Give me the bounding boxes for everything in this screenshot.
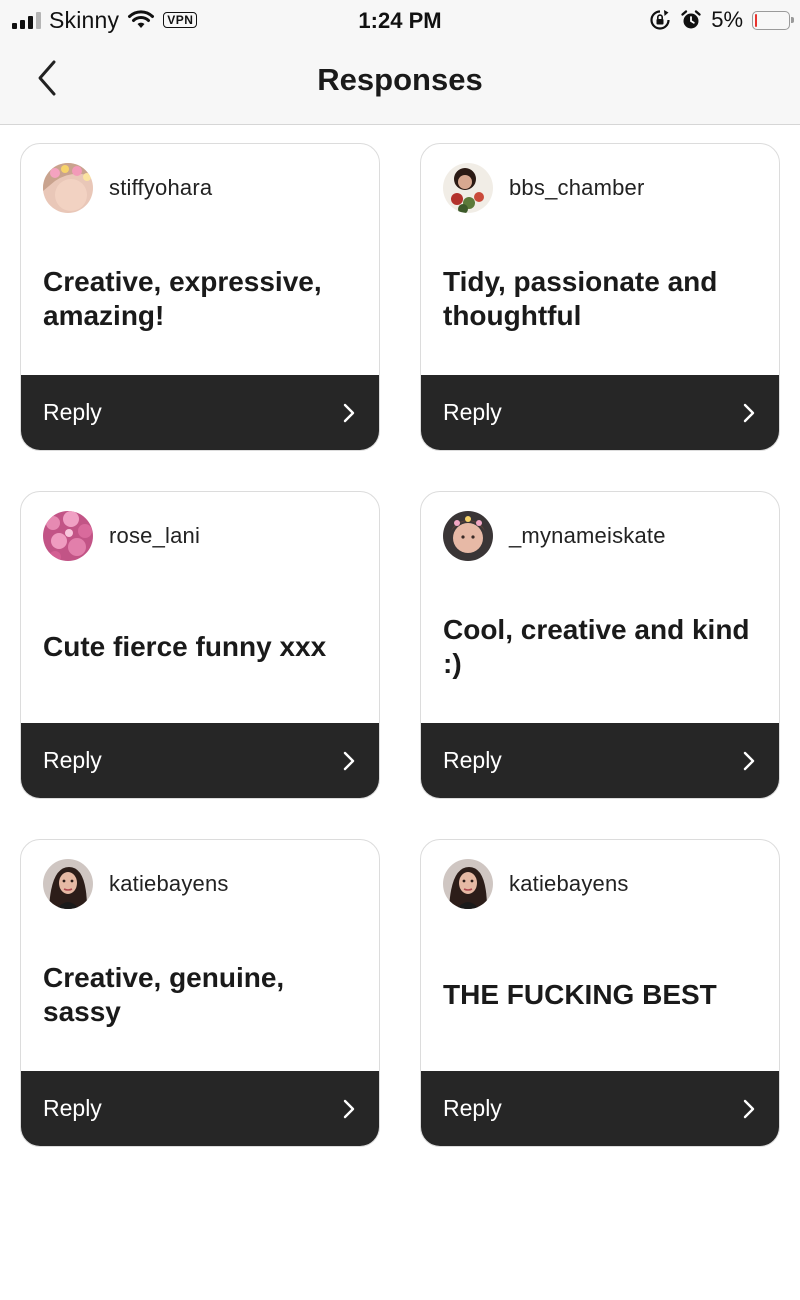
- rotation-lock-icon: [650, 10, 670, 30]
- status-bar: Skinny VPN 1:24 PM 5%: [0, 0, 800, 40]
- reply-button[interactable]: Reply: [21, 723, 379, 798]
- response-text: Cute fierce funny xxx: [43, 631, 327, 662]
- response-body: Creative, genuine, sassy: [43, 920, 361, 1070]
- chevron-right-icon: [343, 403, 355, 422]
- response-text: Creative, expressive, amazing!: [43, 266, 322, 331]
- response-body: Cute fierce funny xxx: [43, 572, 361, 722]
- battery-level: [755, 13, 757, 27]
- card-header: rose_lani: [43, 510, 200, 562]
- username[interactable]: katiebayens: [109, 871, 229, 897]
- chevron-right-icon: [343, 1099, 355, 1118]
- response-text: THE FUCKING BEST: [443, 979, 717, 1010]
- avatar[interactable]: [443, 163, 493, 213]
- avatar[interactable]: [43, 859, 93, 909]
- status-right: 5%: [649, 7, 794, 32]
- reply-button[interactable]: Reply: [421, 375, 779, 450]
- response-card: bbs_chamber Tidy, passionate and thought…: [420, 143, 780, 451]
- card-header: stiffyohara: [43, 162, 212, 214]
- response-text: Cool, creative and kind :): [443, 614, 750, 679]
- username[interactable]: rose_lani: [109, 523, 200, 549]
- reply-label: Reply: [443, 1095, 502, 1121]
- response-body: Cool, creative and kind :): [443, 572, 761, 722]
- battery-percent: 5%: [711, 7, 743, 32]
- avatar[interactable]: [43, 511, 93, 561]
- alarm-icon: [681, 10, 701, 29]
- avatar[interactable]: [443, 511, 493, 561]
- response-body: Creative, expressive, amazing!: [43, 224, 361, 374]
- avatar[interactable]: [443, 859, 493, 909]
- reply-label: Reply: [443, 399, 502, 425]
- username[interactable]: _mynameiskate: [509, 523, 666, 549]
- avatar[interactable]: [43, 163, 93, 213]
- reply-button[interactable]: Reply: [21, 1071, 379, 1146]
- response-card: _mynameiskate Cool, creative and kind :)…: [420, 491, 780, 799]
- card-header: katiebayens: [443, 858, 629, 910]
- card-header: katiebayens: [43, 858, 229, 910]
- battery-icon: [752, 10, 794, 30]
- reply-button[interactable]: Reply: [421, 723, 779, 798]
- response-card: katiebayens Creative, genuine, sassy Rep…: [20, 839, 380, 1147]
- page-title: Responses: [317, 62, 483, 97]
- username[interactable]: katiebayens: [509, 871, 629, 897]
- response-body: THE FUCKING BEST: [443, 920, 761, 1070]
- responses-grid: stiffyohara Creative, expressive, amazin…: [20, 143, 780, 1147]
- navigation-header: Responses: [0, 40, 800, 125]
- reply-label: Reply: [43, 399, 102, 425]
- chevron-right-icon: [343, 751, 355, 770]
- reply-label: Reply: [443, 747, 502, 773]
- response-text: Tidy, passionate and thoughtful: [443, 266, 718, 331]
- reply-button[interactable]: Reply: [421, 1071, 779, 1146]
- card-header: bbs_chamber: [443, 162, 645, 214]
- reply-label: Reply: [43, 747, 102, 773]
- response-card: katiebayens THE FUCKING BEST Reply: [420, 839, 780, 1147]
- response-card: stiffyohara Creative, expressive, amazin…: [20, 143, 380, 451]
- username[interactable]: bbs_chamber: [509, 175, 645, 201]
- reply-label: Reply: [43, 1095, 102, 1121]
- chevron-right-icon: [743, 1099, 755, 1118]
- username[interactable]: stiffyohara: [109, 175, 212, 201]
- chevron-right-icon: [743, 403, 755, 422]
- chevron-right-icon: [743, 751, 755, 770]
- response-card: rose_lani Cute fierce funny xxx Reply: [20, 491, 380, 799]
- response-body: Tidy, passionate and thoughtful: [443, 224, 761, 374]
- card-header: _mynameiskate: [443, 510, 666, 562]
- response-text: Creative, genuine, sassy: [43, 962, 285, 1027]
- reply-button[interactable]: Reply: [21, 375, 379, 450]
